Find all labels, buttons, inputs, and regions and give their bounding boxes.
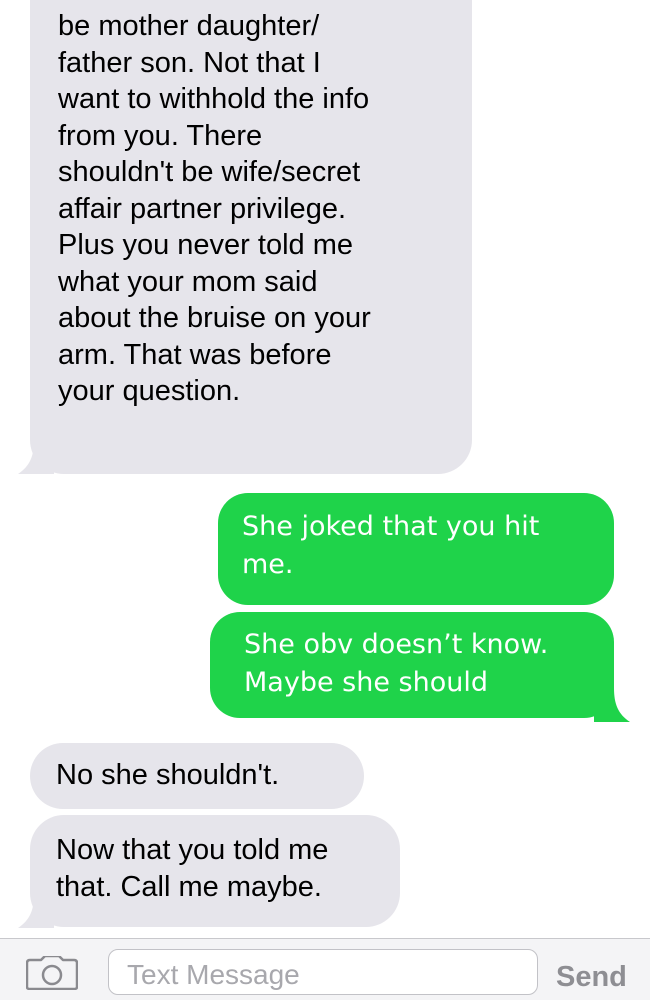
message-text: She obv doesn’t know. Maybe she should (244, 629, 549, 698)
message-thread[interactable]: be mother daughter/ father son. Not that… (0, 0, 650, 938)
send-button[interactable]: Send (556, 961, 627, 994)
message-text: She joked that you hit me. (242, 511, 540, 580)
message-input-placeholder: Text Message (127, 959, 300, 990)
received-message-bubble: Now that you told me that. Call me maybe… (30, 815, 400, 927)
received-message-bubble: be mother daughter/ father son. Not that… (30, 0, 472, 474)
message-text: be mother daughter/ father son. Not that… (58, 10, 371, 407)
camera-icon[interactable] (26, 956, 78, 990)
message-input-bar: Text Message Send (0, 938, 650, 1000)
bubble-tail (18, 894, 54, 928)
sent-message-bubble: She obv doesn’t know. Maybe she should (210, 612, 614, 718)
bubble-tail (594, 688, 630, 722)
received-message-bubble: No she shouldn't. (30, 743, 364, 809)
message-text: Now that you told me that. Call me maybe… (56, 834, 329, 903)
message-text: No she shouldn't. (56, 759, 280, 791)
bubble-tail (18, 440, 54, 474)
sent-message-bubble: She joked that you hit me. (218, 493, 614, 605)
message-input[interactable]: Text Message (108, 949, 538, 995)
